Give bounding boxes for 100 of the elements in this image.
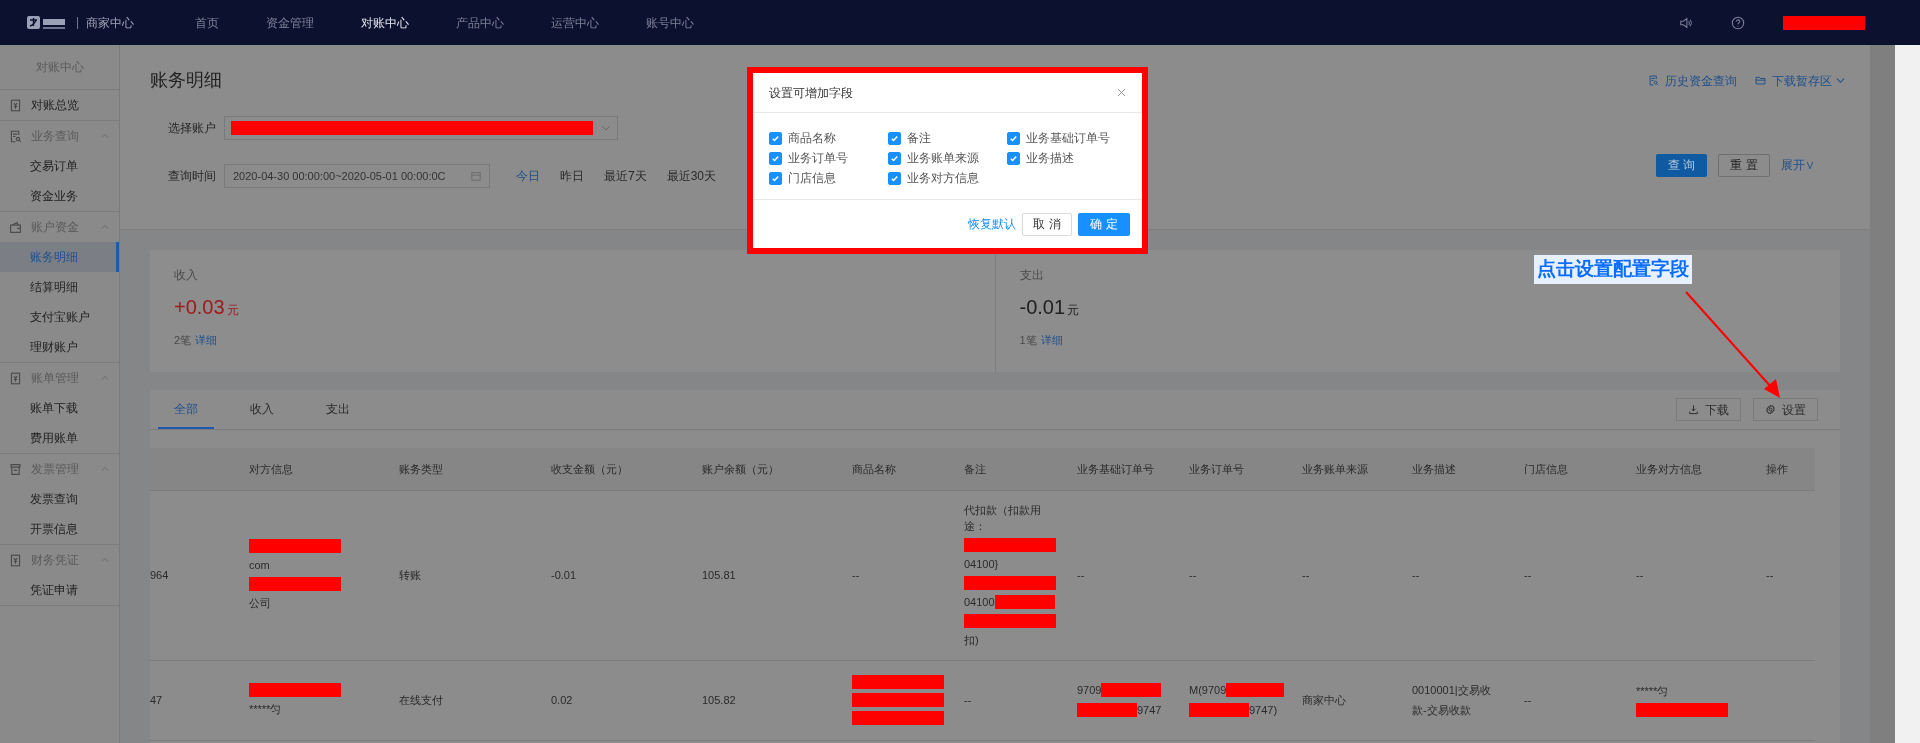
- cell-text: 964: [150, 568, 169, 583]
- expand-link[interactable]: 展开∨: [1781, 156, 1815, 174]
- currency-unit: 元: [226, 302, 239, 319]
- quick-range-link[interactable]: 最近7天: [604, 167, 647, 185]
- nav-item[interactable]: 首页: [195, 13, 219, 32]
- option-label[interactable]: 业务对方信息: [907, 169, 979, 187]
- toolbar-button[interactable]: 下载: [1676, 398, 1741, 421]
- nav-item[interactable]: 运营中心: [551, 13, 599, 32]
- header-link[interactable]: 下载暂存区: [1772, 71, 1845, 90]
- quick-range-link[interactable]: 最近30天: [666, 167, 717, 185]
- sidebar-item[interactable]: 支付宝账户: [0, 302, 119, 332]
- option-label[interactable]: 业务账单来源: [907, 149, 979, 167]
- column-header: 对方信息: [249, 462, 293, 475]
- detail-link[interactable]: 详细: [1040, 332, 1063, 349]
- option-label[interactable]: 商品名称: [788, 129, 836, 147]
- date-range-field[interactable]: 2020-04-30 00:00:00~2020-05-01 00:00:0C: [224, 164, 490, 188]
- help-icon[interactable]: [1731, 15, 1745, 30]
- checkbox[interactable]: [1007, 151, 1020, 165]
- cell-text: 扣): [964, 633, 979, 648]
- option-label[interactable]: 业务订单号: [788, 149, 848, 167]
- sidebar-item[interactable]: 结算明细: [0, 272, 119, 302]
- cell-text: 04100: [964, 595, 995, 610]
- sidebar-item[interactable]: 费用账单: [0, 423, 119, 453]
- sidebar-item[interactable]: 开票信息: [0, 514, 119, 544]
- summary-label: 支出: [1019, 267, 1044, 284]
- document-search-icon: [1648, 75, 1659, 86]
- sidebar-item[interactable]: 交易订单: [0, 151, 119, 181]
- cell-text: 105.81: [702, 568, 736, 583]
- restore-default-link[interactable]: 恢复默认: [968, 215, 1016, 233]
- currency-unit: 元: [1067, 302, 1080, 319]
- cell-text: --: [964, 693, 972, 708]
- cell-text: 代扣款（扣款用途：: [964, 503, 1042, 534]
- redaction-bar: [1077, 703, 1137, 717]
- query-button[interactable]: 查 询: [1656, 153, 1707, 177]
- nav-item[interactable]: 对账中心: [361, 13, 409, 32]
- tab[interactable]: 收入: [234, 390, 290, 429]
- nav-item[interactable]: 账号中心: [646, 13, 694, 32]
- column-header: 操作: [1766, 462, 1788, 475]
- header-link[interactable]: 历史资金查询: [1665, 71, 1737, 90]
- checkbox[interactable]: [888, 131, 901, 145]
- dialog-title: 设置可增加字段: [769, 84, 853, 102]
- detail-link[interactable]: 详细: [195, 332, 218, 349]
- sidebar-item[interactable]: 发票查询: [0, 484, 119, 514]
- option-label[interactable]: 备注: [907, 129, 931, 147]
- checkbox[interactable]: [769, 171, 782, 185]
- tab[interactable]: 全部: [158, 390, 214, 429]
- nav-item[interactable]: 资金管理: [266, 13, 314, 32]
- checkbox[interactable]: [888, 151, 901, 165]
- cell-text: 转账: [399, 568, 421, 583]
- cell-text: M(9709: [1189, 683, 1227, 698]
- checkbox[interactable]: [769, 131, 782, 145]
- checkbox[interactable]: [888, 171, 901, 185]
- checkbox[interactable]: [1007, 131, 1020, 145]
- summary-amount: +0.03: [174, 295, 225, 320]
- summary-label: 收入: [174, 267, 198, 284]
- cell-text: --: [1077, 568, 1085, 583]
- annotation-text: 点击设置配置字段: [1534, 255, 1692, 284]
- cell-text: 0.02: [551, 693, 573, 708]
- confirm-button[interactable]: 确 定: [1078, 212, 1130, 236]
- redaction-bar: [1189, 703, 1249, 717]
- column-header: 收支金额（元）: [551, 462, 628, 475]
- sidebar-item[interactable]: 资金业务: [0, 181, 119, 211]
- toolbar-button[interactable]: 设置: [1753, 398, 1818, 421]
- sidebar-group[interactable]: 对账总览: [31, 96, 79, 114]
- quick-range-link[interactable]: 昨日: [560, 167, 584, 185]
- sidebar-item[interactable]: 理财账户: [0, 332, 119, 362]
- speaker-icon[interactable]: [1679, 15, 1693, 30]
- option-label[interactable]: 业务基础订单号: [1026, 129, 1110, 147]
- field-label: 选择账户: [168, 120, 216, 137]
- cell-text: --: [1189, 568, 1197, 583]
- cell-text: 款-交易收款: [1412, 703, 1471, 718]
- wallet-icon: [9, 220, 22, 234]
- option-label[interactable]: 业务描述: [1026, 149, 1074, 167]
- cell-text: *****匀: [1636, 684, 1669, 699]
- cell-text: 9709: [1077, 683, 1102, 698]
- cell-text: 9747): [1249, 703, 1278, 718]
- document-search-icon: [9, 129, 22, 143]
- caret-icon: [1836, 76, 1845, 85]
- quick-range-link[interactable]: 今日: [516, 167, 540, 185]
- folder-icon: [1755, 75, 1766, 86]
- option-label[interactable]: 门店信息: [788, 169, 836, 187]
- reset-button[interactable]: 重 置: [1718, 153, 1770, 177]
- close-icon[interactable]: [1117, 88, 1126, 97]
- cell-text: -0.01: [551, 568, 577, 583]
- cell-text: 47: [150, 693, 163, 708]
- tab[interactable]: 支出: [310, 390, 366, 429]
- cancel-button[interactable]: 取 消: [1022, 212, 1072, 236]
- transaction-count: 2笔: [174, 333, 192, 348]
- column-header: 业务对方信息: [1636, 462, 1702, 475]
- column-header: 账务类型: [399, 462, 443, 475]
- brand-name: 商家中心: [86, 14, 134, 32]
- sidebar-item[interactable]: 凭证申请: [0, 575, 119, 605]
- cell-text: --: [1412, 568, 1420, 583]
- sidebar-item[interactable]: 账单下载: [0, 393, 119, 423]
- cell-text: --: [1636, 568, 1644, 583]
- settings-icon: [1765, 404, 1776, 415]
- nav-item[interactable]: 产品中心: [456, 13, 504, 32]
- chevron-down-icon: [601, 123, 611, 133]
- download-icon: [1688, 404, 1699, 415]
- checkbox[interactable]: [769, 151, 782, 165]
